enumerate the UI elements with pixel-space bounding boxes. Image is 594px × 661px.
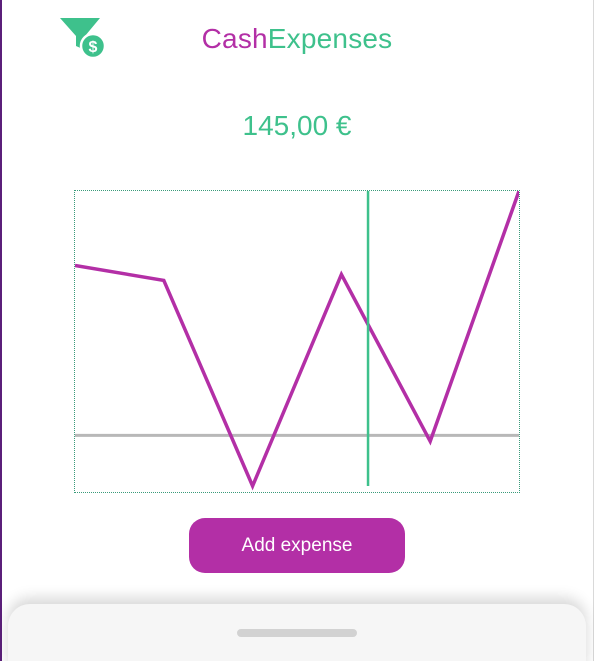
expense-chart[interactable]: [74, 190, 520, 493]
bottom-sheet[interactable]: [8, 604, 586, 661]
app-title: CashExpenses: [0, 22, 594, 56]
app-screen: $ CashExpenses 145,00 € Add expense: [0, 0, 594, 661]
add-expense-button[interactable]: Add expense: [189, 518, 405, 573]
app-title-cash: Cash: [201, 23, 268, 54]
sheet-drag-handle[interactable]: [237, 629, 357, 637]
total-amount: 145,00 €: [242, 110, 352, 141]
window-edge: [0, 0, 2, 661]
app-title-expenses: Expenses: [267, 23, 393, 54]
chart-series-line: [75, 191, 519, 491]
chart-canvas: [75, 191, 519, 491]
